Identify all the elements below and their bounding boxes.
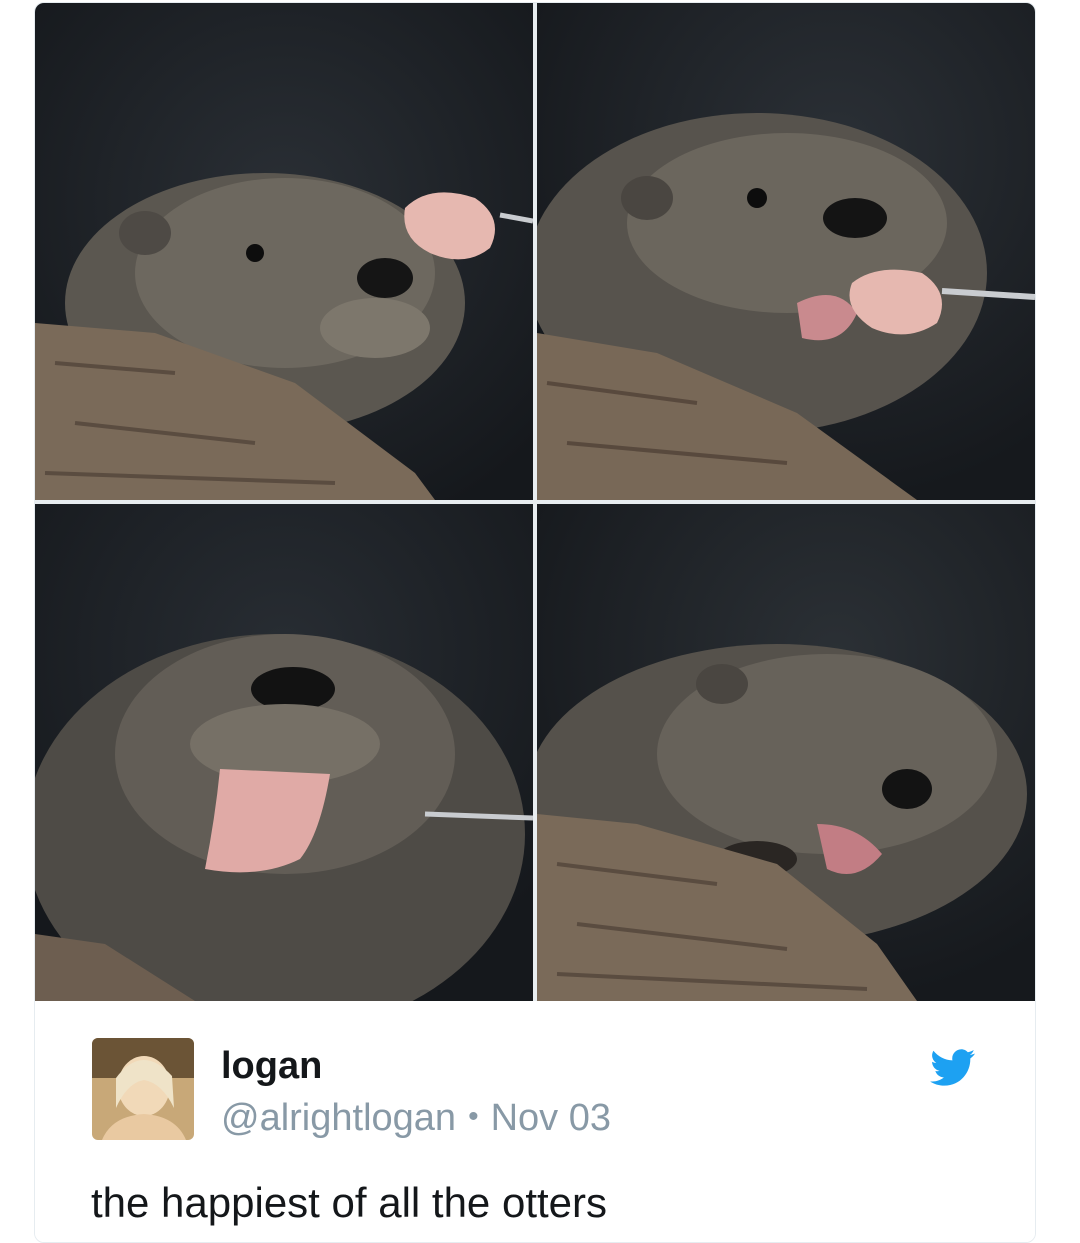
tweet-text: the happiest of all the otters bbox=[91, 1179, 607, 1226]
photo-grid bbox=[35, 3, 1035, 1001]
otter-photo-1[interactable] bbox=[35, 3, 533, 500]
display-name[interactable]: logan bbox=[221, 1045, 322, 1088]
twitter-bird-icon[interactable] bbox=[930, 1049, 976, 1087]
user-handle[interactable]: @alrightlogan bbox=[221, 1097, 456, 1139]
tweet-card: logan @alrightlogan • Nov 03 the happiest … bbox=[34, 2, 1036, 1243]
tweet-footer: logan @alrightlogan • Nov 03 the happiest … bbox=[35, 1001, 1035, 1242]
tweet-meta: @alrightlogan • Nov 03 bbox=[221, 1097, 611, 1140]
otter-photo-2[interactable] bbox=[537, 3, 1035, 500]
otter-photo-3[interactable] bbox=[35, 504, 533, 1001]
otter-photo-4[interactable] bbox=[537, 504, 1035, 1001]
user-avatar[interactable] bbox=[92, 1038, 194, 1140]
separator-dot: • bbox=[468, 1100, 479, 1133]
tweet-date[interactable]: Nov 03 bbox=[491, 1097, 611, 1139]
